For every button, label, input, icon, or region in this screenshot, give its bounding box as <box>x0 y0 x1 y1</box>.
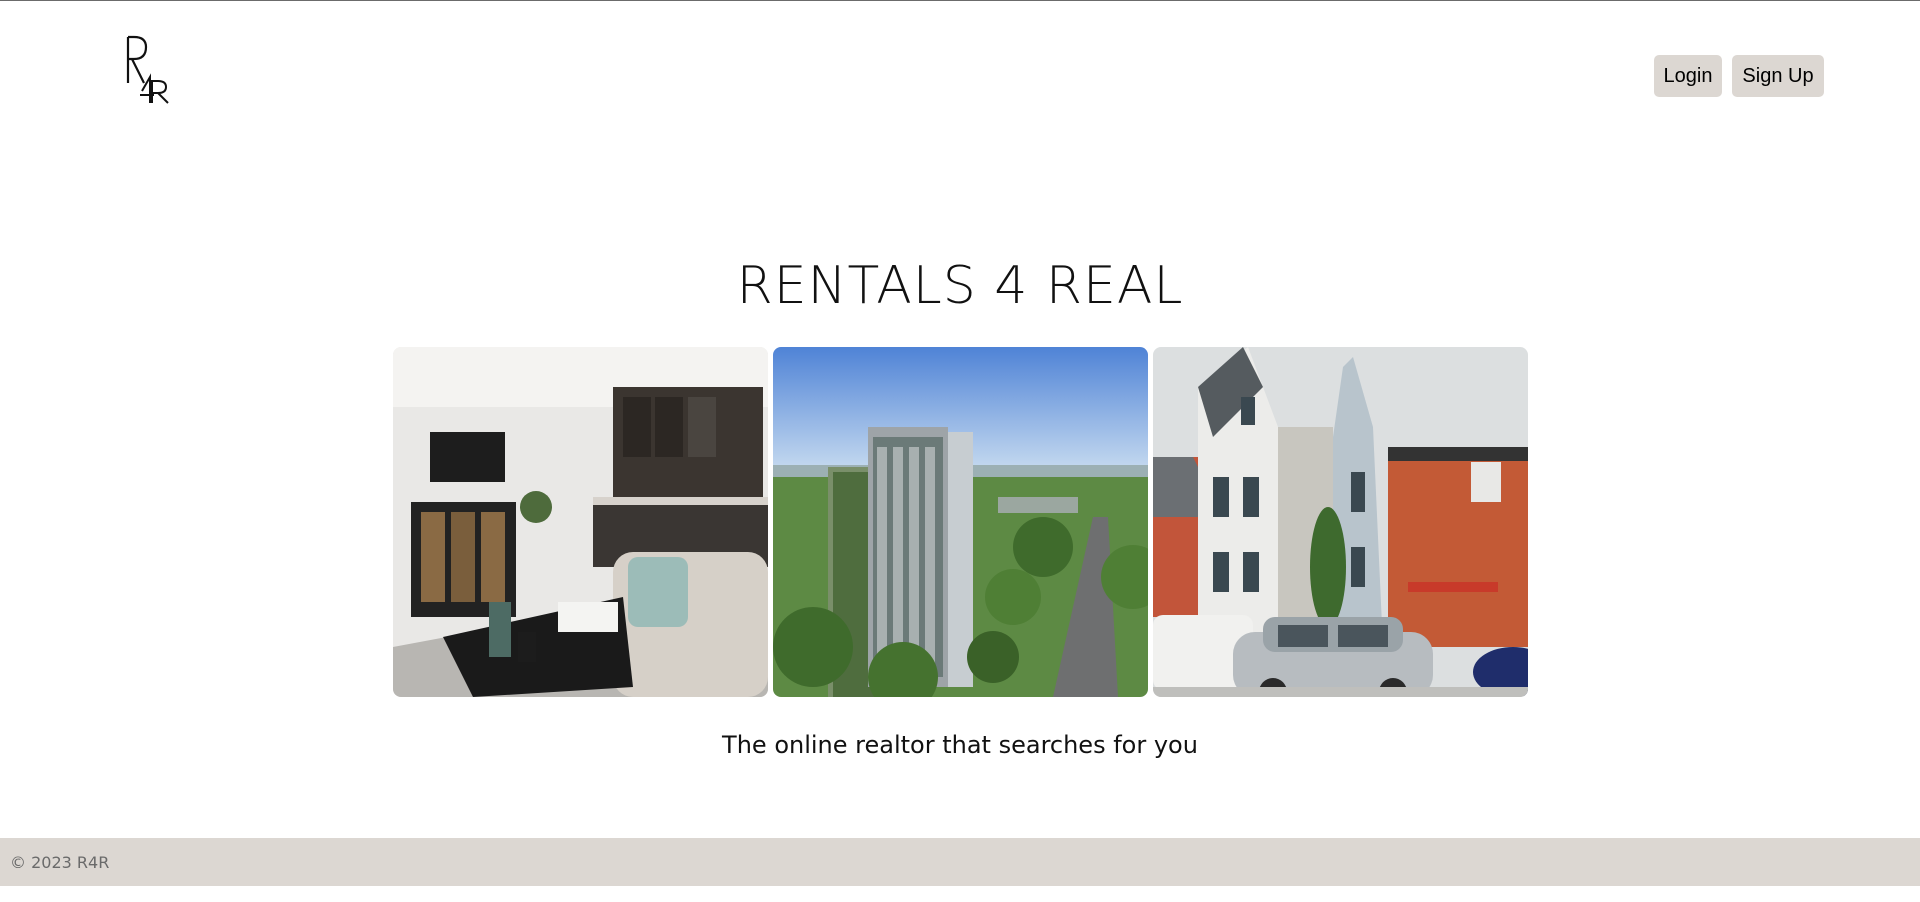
signup-button[interactable]: Sign Up <box>1732 55 1824 97</box>
copyright-text: © 2023 R4R <box>10 852 110 872</box>
page-title: RENTALS 4 REAL <box>736 256 1184 316</box>
site-footer: © 2023 R4R <box>0 838 1920 886</box>
logo-icon <box>126 35 169 104</box>
logo-link[interactable] <box>122 35 170 105</box>
auth-nav: Login Sign Up <box>1654 55 1824 97</box>
gallery-photo-tower <box>773 347 1148 697</box>
tagline: The online realtor that searches for you <box>722 731 1198 759</box>
top-border <box>0 0 1920 1</box>
gallery-photo-interior <box>393 347 768 697</box>
photo-gallery <box>393 347 1528 697</box>
gallery-photo-houses <box>1153 347 1528 697</box>
login-button[interactable]: Login <box>1654 55 1722 97</box>
